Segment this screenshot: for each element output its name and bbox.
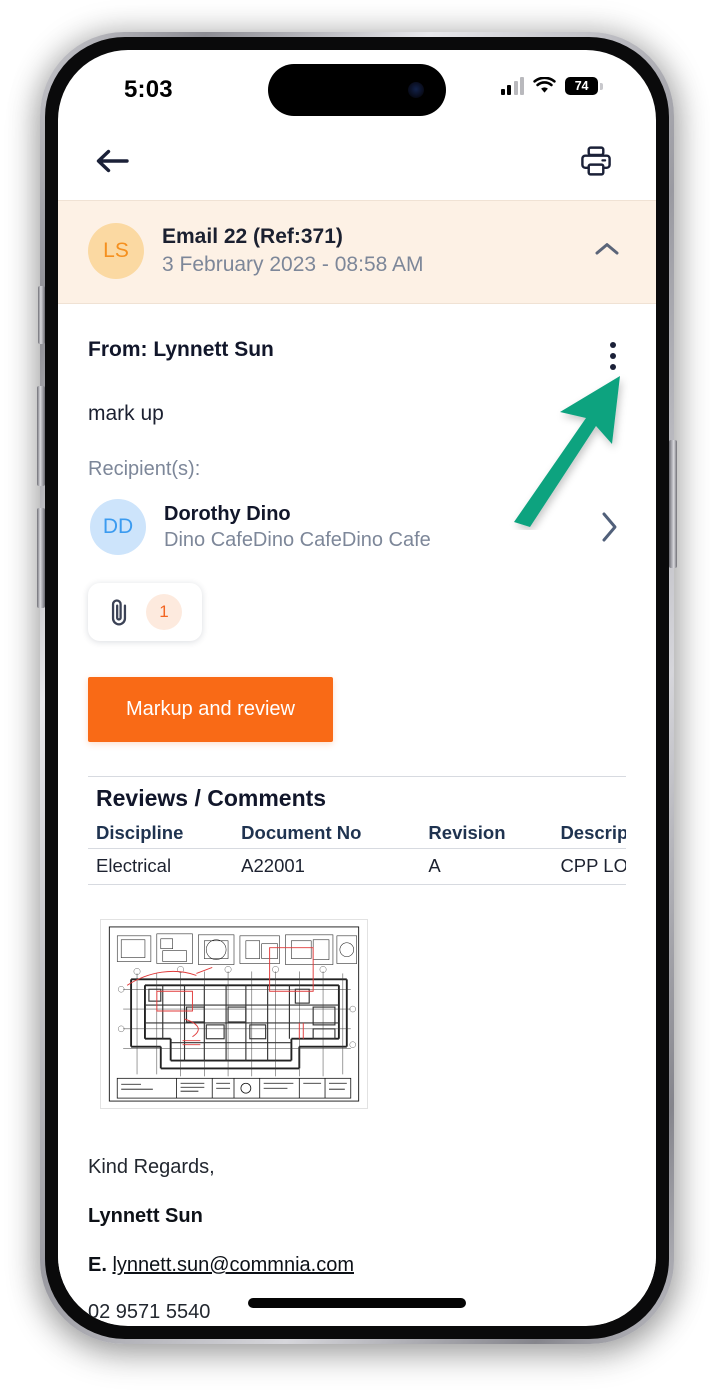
cell-discipline: Electrical	[88, 848, 234, 886]
status-indicators: 74	[500, 77, 603, 95]
sender-avatar: LS	[88, 223, 144, 280]
nav-bar	[58, 122, 656, 200]
signature-closing: Kind Regards,	[88, 1156, 215, 1179]
status-time: 5:03	[124, 76, 173, 103]
email-body: From: Lynnett Sun mark up Recipient(s): …	[58, 304, 656, 1325]
from-row: From: Lynnett Sun	[88, 304, 626, 374]
column-header-revision: Revision	[420, 819, 553, 850]
email-title-prefix: Email	[162, 225, 219, 248]
cell-description: CPP LOWER GRO	[552, 848, 626, 886]
cellular-signal-icon	[500, 77, 524, 95]
email-subject: mark up	[88, 402, 164, 426]
screenshot-stage: 5:03 74 LS Email 22 (Ref:371) 3 February…	[0, 0, 713, 1390]
floor-plan-drawing-icon	[100, 919, 368, 1110]
collapse-email-button[interactable]	[594, 240, 626, 263]
wifi-icon	[533, 77, 556, 93]
battery-icon: 74	[565, 77, 603, 95]
kebab-menu-icon[interactable]	[600, 338, 626, 374]
signature-email-prefix: E.	[88, 1254, 107, 1277]
reviews-table: Reviews / Comments Discipline Document N…	[88, 779, 626, 886]
chevron-right-icon[interactable]	[598, 507, 622, 547]
power-button[interactable]	[669, 440, 677, 568]
markup-and-review-button[interactable]: Markup and review	[88, 677, 333, 743]
email-title-rest: 22 (Ref:371)	[218, 225, 343, 248]
recipients-label: Recipient(s):	[88, 458, 201, 481]
cell-document-no: A22001	[233, 848, 421, 886]
attachment-chip[interactable]: 1	[88, 583, 202, 642]
back-button[interactable]	[88, 137, 136, 185]
volume-up-button[interactable]	[37, 386, 45, 486]
reviews-table-caption: Reviews / Comments	[96, 785, 327, 812]
chevron-up-icon	[595, 242, 619, 255]
signature-email-link[interactable]: lynnett.sun@commnia.com	[112, 1254, 354, 1276]
home-indicator[interactable]	[248, 1298, 466, 1308]
battery-level: 74	[574, 79, 589, 93]
recipient-organisation: Dino CafeDino CafeDino Cafe	[164, 529, 431, 552]
signature-block: Kind Regards, Lynnett Sun E. lynnett.sun…	[88, 1114, 626, 1324]
silent-switch-button[interactable]	[38, 286, 45, 344]
table-header-row: Discipline Document No Revision Descript…	[88, 819, 626, 850]
dynamic-island	[268, 64, 446, 116]
attachment-count-badge: 1	[146, 594, 182, 631]
print-button[interactable]	[572, 137, 620, 185]
front-camera-icon	[408, 82, 424, 98]
table-row: Electrical A22001 A CPP LOWER GRO	[88, 848, 626, 886]
signature-email-row: E. lynnett.sun@commnia.com	[88, 1254, 626, 1277]
column-header-description: Description	[552, 819, 626, 850]
status-bar: 5:03 74	[58, 50, 656, 122]
column-header-document-no: Document No	[233, 819, 421, 850]
email-header-band[interactable]: LS Email 22 (Ref:371) 3 February 2023 - …	[58, 200, 656, 305]
reviews-table-container: Reviews / Comments Discipline Document N…	[88, 776, 626, 886]
recipient-row[interactable]: DD Dorothy Dino Dino CafeDino CafeDino C…	[88, 481, 626, 569]
email-date: 3 February 2023 - 08:58 AM	[162, 253, 424, 277]
attachment-preview[interactable]	[100, 919, 626, 1114]
email-title: Email 22 (Ref:371)	[162, 223, 576, 251]
phone-screen: 5:03 74 LS Email 22 (Ref:371) 3 February…	[58, 50, 656, 1326]
cell-revision: A	[420, 848, 553, 886]
volume-down-button[interactable]	[37, 508, 45, 608]
column-header-discipline: Discipline	[88, 819, 234, 850]
email-header-text: Email 22 (Ref:371) 3 February 2023 - 08:…	[162, 223, 576, 279]
recipient-details: Dorothy Dino Dino CafeDino CafeDino Cafe	[164, 501, 580, 554]
from-label: From: Lynnett Sun	[88, 338, 274, 362]
signature-name: Lynnett Sun	[88, 1205, 203, 1228]
printer-icon	[581, 146, 611, 176]
back-arrow-icon	[96, 149, 129, 173]
recipient-name: Dorothy Dino	[164, 502, 291, 525]
recipient-avatar: DD	[90, 499, 146, 556]
paperclip-icon	[111, 599, 127, 626]
